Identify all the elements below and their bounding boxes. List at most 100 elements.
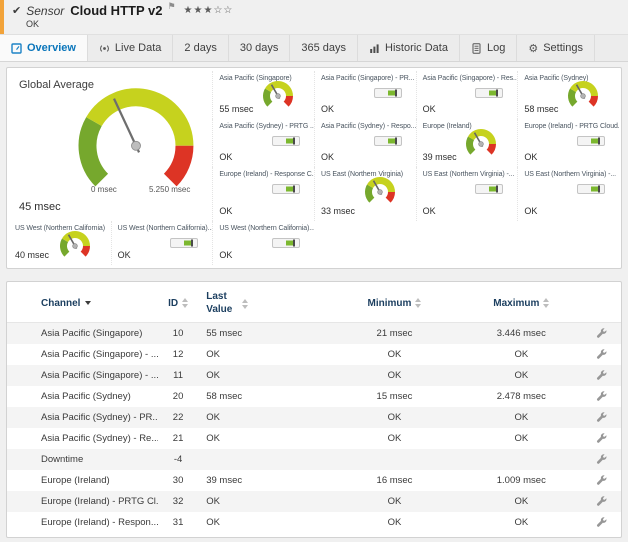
tab-label: Live Data — [115, 42, 161, 54]
channel-table-row[interactable]: Asia Pacific (Sydney) - PR... 22 OK OK O… — [7, 407, 621, 428]
gauge-hub — [132, 141, 141, 150]
channel-table-row[interactable]: Asia Pacific (Singapore) - ... 11 OK OK … — [7, 365, 621, 386]
channel-mini-title: Asia Pacific (Singapore) - PR... — [315, 71, 416, 82]
gauge-scale-min: 0 msec — [91, 185, 117, 194]
channel-mini-value: OK — [321, 104, 334, 114]
channel-table-row[interactable]: Asia Pacific (Sydney) 20 58 msec 15 msec… — [7, 386, 621, 407]
channel-mini-panel[interactable]: US East (Northern Virginia) -... OK — [517, 167, 619, 221]
channel-table-row[interactable]: Europe (Ireland) 30 39 msec 16 msec 1.00… — [7, 470, 621, 491]
ok-state-bar — [577, 184, 605, 194]
sort-icons — [415, 298, 421, 308]
col-label: Last Value — [206, 291, 238, 316]
channel-settings-wrench-icon[interactable] — [596, 370, 607, 381]
ok-state-bar — [272, 238, 300, 248]
sensor-header: ✔ Sensor Cloud HTTP v2 ⚑ ★★★☆☆ OK — [0, 0, 628, 34]
channel-mini-panel[interactable]: US East (Northern Virginia) -... OK — [416, 167, 518, 221]
channel-settings-wrench-icon[interactable] — [596, 475, 607, 486]
cell-channel: Europe (Ireland) - Respon... — [7, 512, 158, 533]
cell-last-value: OK — [198, 491, 329, 512]
state-marker — [191, 240, 193, 247]
channel-mini-value: OK — [524, 152, 537, 162]
channel-table-row[interactable]: Asia Pacific (Singapore) - ... 12 OK OK … — [7, 344, 621, 365]
col-label: Minimum — [368, 298, 412, 309]
channel-mini-panel[interactable]: Asia Pacific (Singapore) 55 msec — [212, 71, 314, 119]
ok-state-bar — [475, 88, 503, 98]
sort-down-icon — [85, 301, 91, 305]
channel-mini-panel[interactable]: Asia Pacific (Sydney) 58 msec — [517, 71, 619, 119]
channel-mini-value: OK — [321, 152, 334, 162]
ok-state-bar — [374, 136, 402, 146]
tab-log[interactable]: Log — [460, 35, 517, 61]
channel-mini-title: US East (Northern Virginia) -... — [417, 167, 518, 178]
gauge-hub — [72, 244, 77, 249]
cell-id: 10 — [158, 323, 198, 345]
cell-channel: Asia Pacific (Singapore) - ... — [7, 344, 158, 365]
channel-table-row[interactable]: Asia Pacific (Singapore) 10 55 msec 21 m… — [7, 323, 621, 345]
channel-mini-panel[interactable]: Asia Pacific (Singapore) - Res... OK — [416, 71, 518, 119]
channel-mini-panel[interactable]: Europe (Ireland) 39 msec — [416, 119, 518, 167]
channel-mini-panel[interactable]: US West (Northern California)... OK — [212, 221, 314, 265]
cell-channel: Asia Pacific (Sydney) - PR... — [7, 407, 158, 428]
channel-mini-panel[interactable]: Europe (Ireland) - Response C... OK — [212, 167, 314, 221]
cell-channel: Asia Pacific (Sydney) - Re... — [7, 428, 158, 449]
channel-mini-panel[interactable]: US West (Northern California) 40 msec — [9, 221, 111, 265]
ok-state-bar — [374, 88, 402, 98]
tab-2-days[interactable]: 2 days — [173, 35, 228, 61]
channel-table-row[interactable]: Europe (Ireland) - Respon... 31 OK OK OK — [7, 512, 621, 533]
col-header-maximum[interactable]: Maximum — [460, 282, 583, 323]
flag-icon: ⚑ — [167, 2, 175, 12]
channel-settings-wrench-icon[interactable] — [596, 391, 607, 402]
channel-mini-panel[interactable]: Asia Pacific (Singapore) - PR... OK — [314, 71, 416, 119]
channel-mini-value: OK — [219, 250, 232, 260]
channel-mini-panel[interactable]: US West (Northern California)... OK — [111, 221, 213, 265]
channel-table-row[interactable]: Asia Pacific (Sydney) - Re... 21 OK OK O… — [7, 428, 621, 449]
col-header-minimum[interactable]: Minimum — [329, 282, 460, 323]
ok-check-icon: ✔ — [12, 4, 21, 17]
channel-settings-wrench-icon[interactable] — [596, 328, 607, 339]
cell-minimum: OK — [329, 365, 460, 386]
state-marker — [598, 138, 600, 145]
col-header-channel[interactable]: Channel — [7, 282, 158, 323]
priority-stars[interactable]: ★★★☆☆ — [184, 5, 234, 16]
channel-settings-wrench-icon[interactable] — [596, 433, 607, 444]
channel-settings-wrench-icon[interactable] — [596, 517, 607, 528]
cell-id: 22 — [158, 407, 198, 428]
channel-mini-value: 40 msec — [15, 250, 49, 260]
channel-mini-panel[interactable]: Europe (Ireland) - PRTG Cloud... OK — [517, 119, 619, 167]
cell-id: 21 — [158, 428, 198, 449]
channel-mini-value: 33 msec — [321, 206, 355, 216]
sensor-status: OK — [26, 19, 628, 29]
channel-settings-wrench-icon[interactable] — [596, 349, 607, 360]
tab-live-data[interactable]: Live Data — [88, 35, 173, 61]
channel-settings-wrench-icon[interactable] — [596, 454, 607, 465]
channel-settings-wrench-icon[interactable] — [596, 412, 607, 423]
channel-table-row[interactable]: Downtime -4 — [7, 449, 621, 470]
tab-overview[interactable]: Overview — [0, 35, 88, 61]
channel-mini-panel[interactable]: Asia Pacific (Sydney) - Respo... OK — [314, 119, 416, 167]
sensor-title: Cloud HTTP v2 — [70, 3, 162, 18]
cell-maximum: OK — [460, 365, 583, 386]
mini-gauge-dial — [563, 77, 603, 113]
channel-settings-wrench-icon[interactable] — [596, 496, 607, 507]
gauge-grid: Global Average 0 msec 5.250 msec 45 msec… — [9, 71, 619, 265]
gauge-scale-max: 5.250 msec — [149, 185, 190, 194]
tab-30-days[interactable]: 30 days — [229, 35, 291, 61]
mini-gauge-dial — [258, 77, 298, 113]
channel-mini-panel[interactable]: US East (Northern Virginia) 33 msec — [314, 167, 416, 221]
cell-id: 30 — [158, 470, 198, 491]
global-average-gauge[interactable]: Global Average 0 msec 5.250 msec 45 msec — [9, 71, 212, 221]
tab-365-days[interactable]: 365 days — [290, 35, 358, 61]
cell-minimum — [329, 449, 460, 470]
channel-mini-title: Europe (Ireland) - Response C... — [213, 167, 314, 178]
sort-icons — [242, 299, 248, 309]
channel-table-row[interactable]: Europe (Ireland) - PRTG Cl... 32 OK OK O… — [7, 491, 621, 512]
tab-historic-data[interactable]: Historic Data — [358, 35, 460, 61]
gauge-hub — [581, 94, 586, 99]
ok-state-bar — [272, 184, 300, 194]
tab-settings[interactable]: ⚙ Settings — [517, 35, 595, 61]
overview-icon — [11, 43, 22, 54]
channel-mini-panel[interactable]: Asia Pacific (Sydney) - PRTG ... OK — [212, 119, 314, 167]
col-header-id[interactable]: ID — [158, 282, 198, 323]
cell-minimum: 21 msec — [329, 323, 460, 345]
col-header-last-value[interactable]: Last Value — [198, 282, 329, 323]
